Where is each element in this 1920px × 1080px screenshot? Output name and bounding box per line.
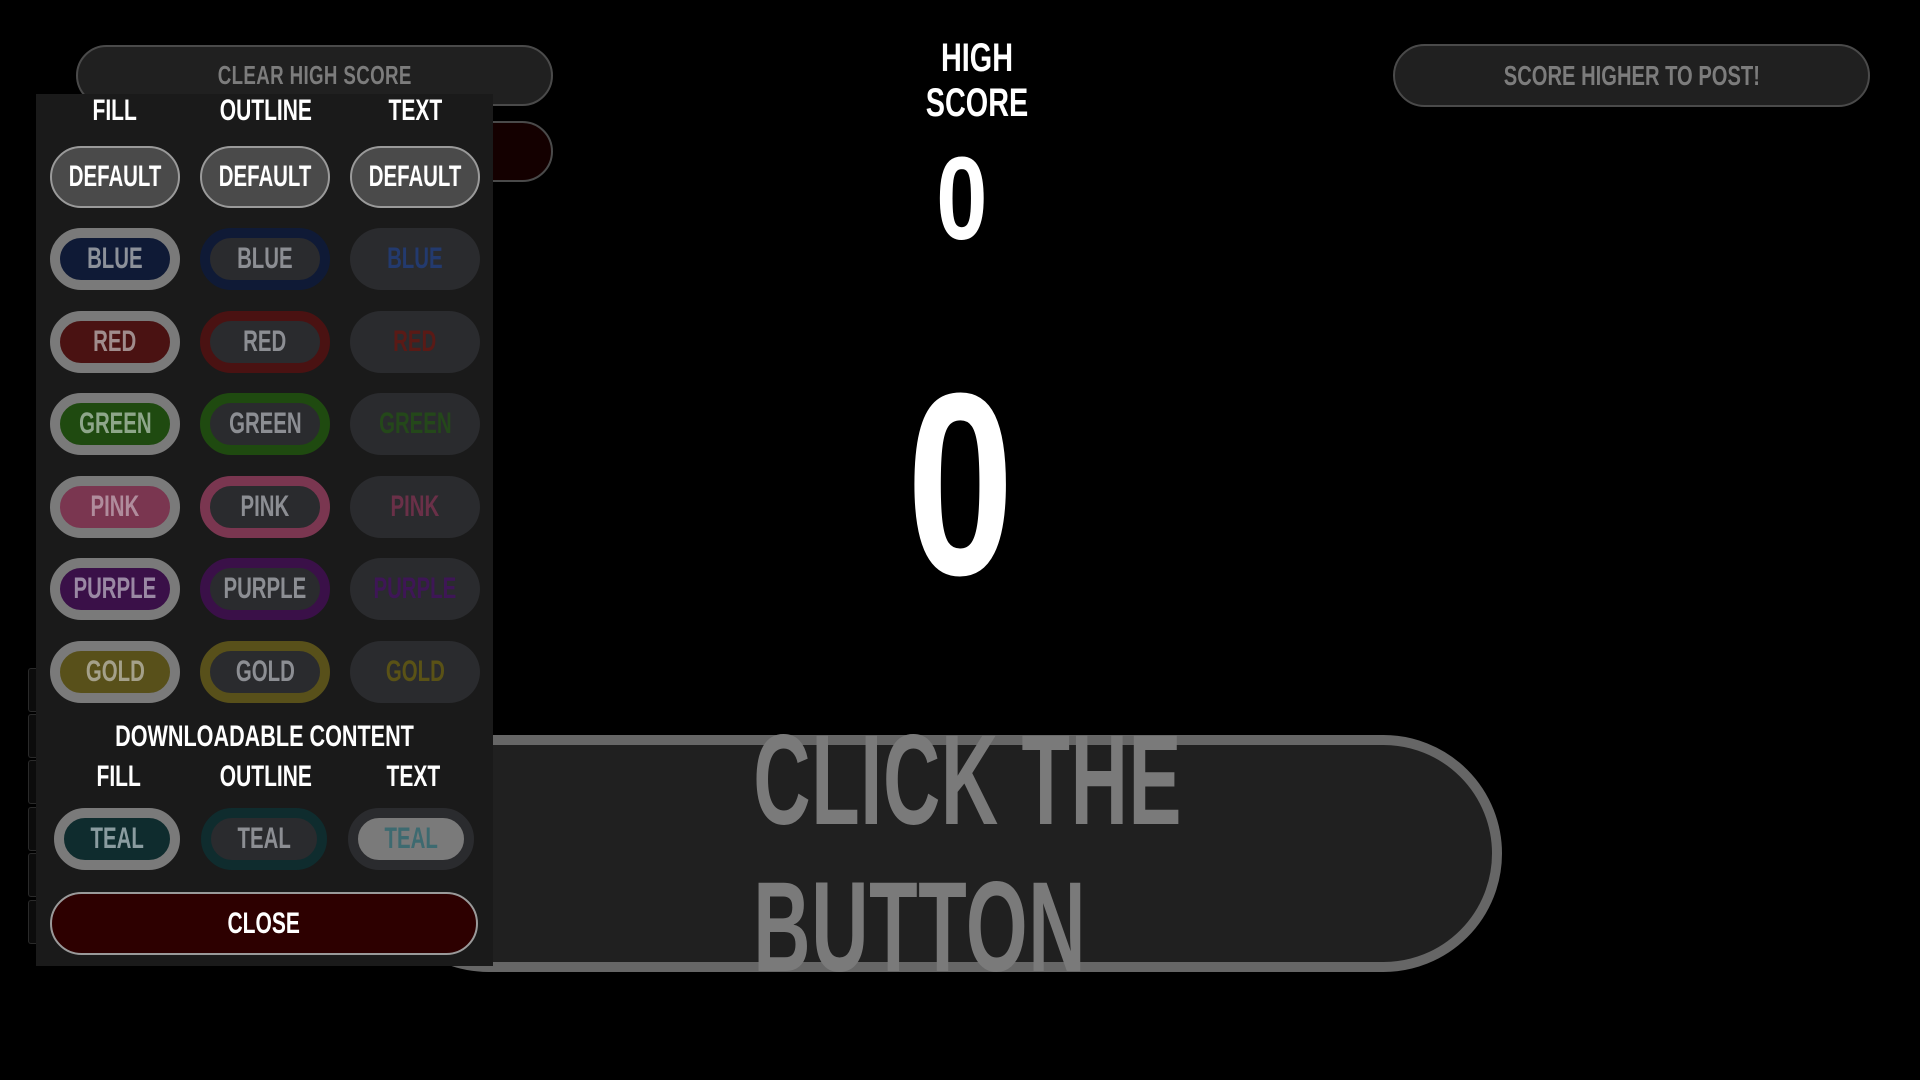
text-blue-button[interactable]: BLUE: [350, 228, 480, 290]
fill-blue-button[interactable]: BLUE: [50, 228, 180, 290]
text-gold-label: GOLD: [385, 654, 445, 688]
fill-purple-label: PURPLE: [73, 572, 157, 605]
high-score-value: 0: [862, 140, 1062, 258]
fill-default-button[interactable]: DEFAULT: [50, 146, 180, 208]
text-red-label: RED: [393, 324, 437, 358]
outline-red-button[interactable]: RED: [200, 310, 330, 373]
outline-blue-label: BLUE: [237, 242, 293, 275]
text-green-label: GREEN: [378, 407, 452, 440]
current-score: 0: [810, 355, 1110, 615]
text-gold-button[interactable]: GOLD: [350, 640, 480, 703]
fill-pink-button[interactable]: PINK: [50, 475, 180, 538]
text-pink-label: PINK: [390, 489, 440, 523]
outline-default-button[interactable]: DEFAULT: [200, 146, 330, 208]
post-score-button[interactable]: SCORE HIGHER TO POST!: [1393, 44, 1870, 107]
dlc-fill-teal-label: TEAL: [90, 822, 144, 855]
fill-purple-button[interactable]: PURPLE: [50, 558, 180, 620]
click-the-button-label: CLICK THE BUTTON: [753, 708, 1183, 999]
high-score-title-text: HIGH SCORE: [925, 36, 1029, 125]
click-the-button[interactable]: CLICK THE BUTTON: [370, 709, 1502, 999]
fill-green-button[interactable]: GREEN: [50, 393, 180, 455]
fill-red-label: RED: [93, 324, 137, 358]
outline-red-label: RED: [243, 324, 287, 358]
fill-green-label: GREEN: [78, 407, 152, 440]
current-score-text: 0: [906, 340, 1014, 630]
customize-panel: FILL OUTLINE TEXT DEFAULT DEFAULT DEFAUL…: [36, 94, 493, 966]
high-score-value-text: 0: [936, 133, 988, 265]
dlc-column-header-outline: OUTLINE: [219, 760, 312, 793]
outline-green-button[interactable]: GREEN: [200, 393, 330, 455]
outline-purple-label: PURPLE: [223, 572, 307, 605]
text-green-button[interactable]: GREEN: [350, 393, 480, 455]
dlc-text-teal-label: TEAL: [384, 822, 438, 855]
clear-high-score-label: CLEAR HIGH SCORE: [217, 60, 412, 90]
dlc-title: DOWNLOADABLE CONTENT: [115, 720, 414, 753]
text-purple-button[interactable]: PURPLE: [350, 558, 480, 620]
dlc-column-header-fill: FILL: [96, 760, 142, 793]
text-default-button[interactable]: DEFAULT: [350, 146, 480, 208]
dlc-outline-teal-label: TEAL: [237, 822, 291, 855]
fill-blue-label: BLUE: [87, 242, 143, 275]
outline-blue-button[interactable]: BLUE: [200, 228, 330, 290]
dlc-fill-teal-button[interactable]: TEAL: [54, 808, 180, 870]
high-score-title: HIGH SCORE: [877, 36, 1077, 126]
fill-gold-button[interactable]: GOLD: [50, 640, 180, 703]
outline-pink-button[interactable]: PINK: [200, 475, 330, 538]
outline-purple-button[interactable]: PURPLE: [200, 558, 330, 620]
column-header-fill: FILL: [92, 94, 138, 127]
dlc-text-teal-button[interactable]: TEAL: [348, 808, 474, 870]
outline-pink-label: PINK: [240, 489, 290, 523]
outline-green-label: GREEN: [228, 407, 302, 440]
text-red-button[interactable]: RED: [350, 310, 480, 373]
close-label: CLOSE: [227, 906, 301, 940]
close-button[interactable]: CLOSE: [50, 892, 478, 955]
fill-gold-label: GOLD: [85, 654, 145, 688]
text-purple-label: PURPLE: [373, 572, 457, 605]
post-score-label: SCORE HIGHER TO POST!: [1503, 59, 1760, 91]
outline-default-label: DEFAULT: [218, 160, 312, 193]
dlc-outline-teal-button[interactable]: TEAL: [201, 808, 327, 870]
outline-gold-button[interactable]: GOLD: [200, 640, 330, 703]
fill-default-label: DEFAULT: [68, 160, 162, 193]
fill-pink-label: PINK: [90, 489, 140, 523]
text-blue-label: BLUE: [387, 242, 443, 275]
outline-gold-label: GOLD: [235, 654, 295, 688]
column-header-outline: OUTLINE: [219, 94, 312, 127]
text-default-label: DEFAULT: [368, 160, 462, 193]
text-pink-button[interactable]: PINK: [350, 475, 480, 538]
column-header-text: TEXT: [388, 94, 442, 127]
dlc-column-header-text: TEXT: [386, 760, 440, 793]
fill-red-button[interactable]: RED: [50, 310, 180, 373]
